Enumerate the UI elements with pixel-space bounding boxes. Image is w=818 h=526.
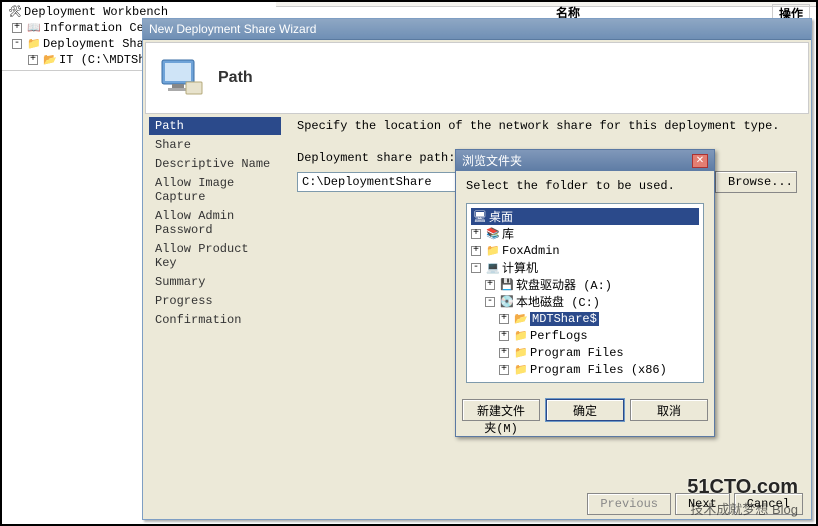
step-confirmation[interactable]: Confirmation bbox=[149, 311, 281, 329]
wizard-main: Specify the location of the network shar… bbox=[285, 113, 809, 483]
folder-icon: 📁 bbox=[514, 329, 528, 343]
collapse-icon[interactable]: - bbox=[471, 263, 481, 273]
folder-icon: 📂 bbox=[514, 312, 528, 326]
step-descriptive-name[interactable]: Descriptive Name bbox=[149, 155, 281, 173]
folder-icon: 📁 bbox=[514, 363, 528, 377]
wizard-footer: Previous Next Cancel bbox=[587, 493, 803, 515]
step-progress[interactable]: Progress bbox=[149, 292, 281, 310]
book-icon: 📖 bbox=[27, 21, 41, 35]
expand-icon[interactable]: + bbox=[499, 365, 509, 375]
new-folder-button[interactable]: 新建文件夹(M) bbox=[462, 399, 540, 421]
expand-icon[interactable]: + bbox=[471, 246, 481, 256]
wizard-steps: Path Share Descriptive Name Allow Image … bbox=[145, 113, 285, 483]
expand-icon[interactable]: + bbox=[12, 23, 22, 33]
tree-lib[interactable]: + 📚 库 bbox=[471, 225, 699, 242]
tree-perflogs[interactable]: + 📁 PerfLogs bbox=[471, 327, 699, 344]
wizard-cancel-button[interactable]: Cancel bbox=[734, 493, 803, 515]
wizard-heading: Path bbox=[218, 69, 253, 87]
browse-titlebar[interactable]: 浏览文件夹 ✕ bbox=[456, 150, 714, 171]
folder-icon: 📂 bbox=[43, 53, 57, 67]
cancel-button[interactable]: 取消 bbox=[630, 399, 708, 421]
tree-pf[interactable]: + 📁 Program Files bbox=[471, 344, 699, 361]
step-path[interactable]: Path bbox=[149, 117, 281, 135]
expand-icon[interactable]: + bbox=[499, 331, 509, 341]
monitor-icon bbox=[158, 54, 206, 102]
folder-icon: 📁 bbox=[514, 346, 528, 360]
previous-button: Previous bbox=[587, 493, 671, 515]
browse-message: Select the folder to be used. bbox=[466, 179, 704, 193]
expand-icon[interactable]: + bbox=[485, 280, 495, 290]
wizard-instruction: Specify the location of the network shar… bbox=[297, 119, 797, 133]
tree-mdtshare[interactable]: + 📂 MDTShare$ bbox=[471, 310, 699, 327]
floppy-icon: 💾 bbox=[500, 278, 514, 292]
tree-foxadmin[interactable]: + 📁 FoxAdmin bbox=[471, 242, 699, 259]
desktop-icon: 🖥 bbox=[473, 210, 487, 224]
expand-icon[interactable]: + bbox=[499, 348, 509, 358]
tree-floppy[interactable]: + 💾 软盘驱动器 (A:) bbox=[471, 276, 699, 293]
expand-icon[interactable]: + bbox=[499, 314, 509, 324]
tree-pf86[interactable]: + 📁 Program Files (x86) bbox=[471, 361, 699, 378]
library-icon: 📚 bbox=[486, 227, 500, 241]
wizard-titlebar[interactable]: New Deployment Share Wizard bbox=[143, 19, 811, 40]
wizard-title-text: New Deployment Share Wizard bbox=[149, 22, 316, 36]
wrench-icon: 🛠 bbox=[8, 5, 22, 19]
list-header: 名称 操作 bbox=[276, 2, 816, 7]
step-summary[interactable]: Summary bbox=[149, 273, 281, 291]
user-folder-icon: 📁 bbox=[486, 244, 500, 258]
next-button[interactable]: Next bbox=[675, 493, 730, 515]
tree-root-label: Deployment Workbench bbox=[24, 5, 168, 19]
close-icon[interactable]: ✕ bbox=[692, 154, 708, 168]
ok-button[interactable]: 确定 bbox=[546, 399, 624, 421]
expand-icon[interactable]: + bbox=[471, 229, 481, 239]
browse-button[interactable]: Browse... bbox=[715, 171, 797, 193]
computer-icon: 💻 bbox=[486, 261, 500, 275]
expand-icon[interactable]: + bbox=[28, 55, 38, 65]
step-allow-product-key[interactable]: Allow Product Key bbox=[149, 240, 281, 272]
folder-share-icon: 📁 bbox=[27, 37, 41, 51]
browse-title-text: 浏览文件夹 bbox=[462, 152, 522, 169]
collapse-icon[interactable]: - bbox=[12, 39, 22, 49]
disk-icon: 💽 bbox=[500, 295, 514, 309]
folder-tree[interactable]: 🖥 桌面 + 📚 库 + 📁 FoxAdmin bbox=[466, 203, 704, 383]
step-share[interactable]: Share bbox=[149, 136, 281, 154]
step-allow-admin-password[interactable]: Allow Admin Password bbox=[149, 207, 281, 239]
tree-cdrive[interactable]: - 💽 本地磁盘 (C:) bbox=[471, 293, 699, 310]
collapse-icon[interactable]: - bbox=[485, 297, 495, 307]
tree-computer[interactable]: - 💻 计算机 bbox=[471, 259, 699, 276]
wizard-header: Path bbox=[145, 42, 809, 114]
browse-dialog: 浏览文件夹 ✕ Select the folder to be used. 🖥 … bbox=[455, 149, 715, 437]
tree-desktop[interactable]: 🖥 桌面 bbox=[471, 208, 699, 225]
step-allow-image-capture[interactable]: Allow Image Capture bbox=[149, 174, 281, 206]
wizard-window: New Deployment Share Wizard Path Path Sh… bbox=[142, 18, 812, 520]
